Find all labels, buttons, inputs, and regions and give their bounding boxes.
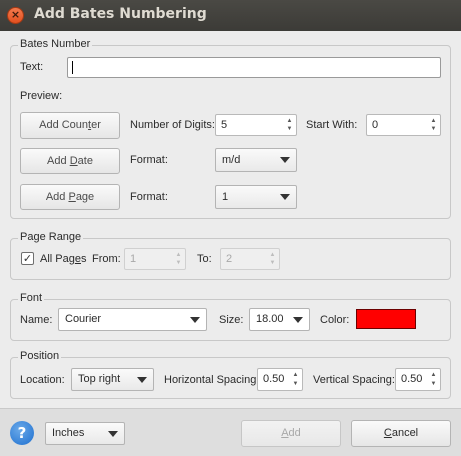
vertical-spacing-label: Vertical Spacing: (313, 374, 395, 386)
font-size-label: Size: (219, 314, 244, 326)
bates-number-legend: Bates Number (18, 38, 93, 50)
font-size-value: 18.00 (256, 313, 284, 325)
spin-up-icon[interactable]: ▲ (268, 251, 277, 259)
cancel-mnemonic: C (383, 427, 392, 439)
cancel-button[interactable]: Cancel (351, 420, 451, 447)
units-dropdown[interactable]: Inches (45, 422, 125, 445)
spin-down-icon[interactable]: ▼ (285, 125, 294, 133)
font-color-swatch[interactable] (356, 309, 416, 329)
font-name-dropdown[interactable]: Courier (58, 308, 207, 331)
date-format-value: m/d (222, 154, 241, 166)
font-legend: Font (18, 292, 45, 304)
spin-down-icon[interactable]: ▼ (429, 380, 438, 388)
font-name-value: Courier (65, 313, 102, 325)
from-spinner[interactable]: 1 ▲ ▼ (124, 248, 186, 270)
preview-label: Preview: (20, 90, 63, 102)
number-of-digits-value: 5 (221, 119, 228, 131)
to-value: 2 (226, 253, 233, 265)
add-button[interactable]: Add (241, 420, 341, 447)
horizontal-spacing-label: Horizontal Spacing: (164, 374, 260, 386)
vertical-spacing-value: 0.50 (401, 373, 423, 385)
text-cursor (72, 61, 73, 74)
chevron-down-icon (280, 157, 290, 163)
to-spinner[interactable]: 2 ▲ ▼ (220, 248, 280, 270)
spin-down-icon[interactable]: ▼ (291, 380, 300, 388)
add-date-mnemonic: D (69, 155, 78, 167)
all-pages-checkbox[interactable]: ✓ (21, 252, 34, 265)
add-page-mnemonic: P (68, 191, 76, 203)
page-format-dropdown[interactable]: 1 (215, 185, 297, 209)
close-icon[interactable]: × (7, 7, 24, 24)
add-date-button[interactable]: Add Date (20, 148, 120, 174)
add-page-text-a: Add (45, 191, 69, 203)
horizontal-spacing-value: 0.50 (263, 373, 285, 385)
number-of-digits-label: Number of Digits: (130, 119, 215, 131)
location-label: Location: (20, 374, 65, 386)
location-dropdown[interactable]: Top right (71, 368, 154, 391)
all-pages-text-a: All Pag (40, 253, 75, 265)
cancel-text-b: ancel (391, 427, 419, 439)
spin-up-icon[interactable]: ▲ (291, 371, 300, 379)
title-bar: × Add Bates Numbering (0, 0, 461, 31)
add-bates-numbering-dialog: × Add Bates Numbering Bates Number Text:… (0, 0, 461, 456)
horizontal-spacing-spinner[interactable]: 0.50 ▲ ▼ (257, 368, 303, 391)
add-date-text-b: ate (77, 155, 93, 167)
all-pages-label[interactable]: All Pages (40, 253, 86, 265)
add-mnemonic: A (281, 427, 289, 439)
start-with-value: 0 (372, 119, 379, 131)
chevron-down-icon (108, 430, 118, 437)
add-counter-text-b: er (91, 119, 101, 131)
date-format-label: Format: (130, 154, 168, 166)
chevron-down-icon (280, 194, 290, 200)
page-format-value: 1 (222, 191, 229, 203)
add-page-text-b: age (75, 191, 95, 203)
page-format-label: Format: (130, 191, 168, 203)
spin-up-icon[interactable]: ▲ (285, 117, 294, 125)
to-label: To: (197, 253, 212, 265)
page-range-legend: Page Range (18, 231, 84, 243)
spin-up-icon[interactable]: ▲ (174, 251, 183, 259)
font-color-label: Color: (320, 314, 350, 326)
date-format-dropdown[interactable]: m/d (215, 148, 297, 172)
start-with-spinner[interactable]: 0 ▲ ▼ (366, 114, 441, 136)
dialog-title: Add Bates Numbering (34, 6, 207, 22)
from-value: 1 (130, 253, 137, 265)
add-page-button[interactable]: Add Page (20, 184, 120, 210)
add-counter-text-a: Add Coun (39, 119, 89, 131)
chevron-down-icon (137, 376, 147, 383)
location-value: Top right (78, 373, 121, 385)
font-size-dropdown[interactable]: 18.00 (249, 308, 310, 331)
font-name-label: Name: (20, 314, 53, 326)
units-value: Inches (52, 427, 85, 439)
spin-down-icon[interactable]: ▼ (268, 259, 277, 267)
chevron-down-icon (293, 316, 303, 323)
vertical-spacing-spinner[interactable]: 0.50 ▲ ▼ (395, 368, 441, 391)
start-with-label: Start With: (306, 119, 358, 131)
number-of-digits-spinner[interactable]: 5 ▲ ▼ (215, 114, 297, 136)
add-text-b: dd (288, 427, 301, 439)
chevron-down-icon (190, 316, 200, 323)
add-counter-button[interactable]: Add Counter (20, 112, 120, 139)
text-input[interactable] (67, 57, 441, 78)
text-label: Text: (20, 61, 44, 73)
position-legend: Position (18, 350, 62, 362)
spin-down-icon[interactable]: ▼ (429, 125, 438, 133)
add-date-text-a: Add (47, 155, 70, 167)
all-pages-text-b: s (80, 253, 87, 265)
from-label: From: (92, 253, 121, 265)
spin-up-icon[interactable]: ▲ (429, 117, 438, 125)
spin-up-icon[interactable]: ▲ (429, 371, 438, 379)
help-icon[interactable]: ? (10, 421, 34, 445)
spin-down-icon[interactable]: ▼ (174, 259, 183, 267)
